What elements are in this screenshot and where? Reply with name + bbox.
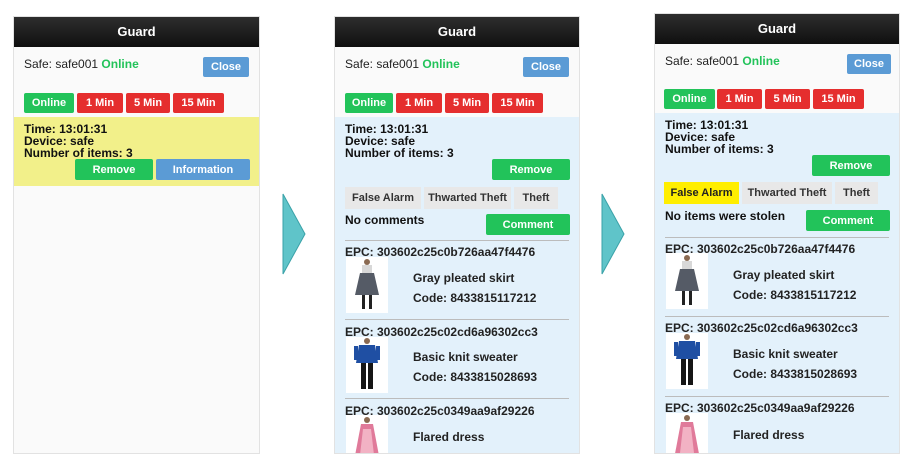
safe-info: Safe: safe001 Online xyxy=(345,57,460,71)
item-name: Flared dress xyxy=(733,428,805,442)
item-name: Basic knit sweater xyxy=(413,350,518,364)
alert-details: Time: 13:01:31 Device: safe Number of it… xyxy=(345,123,454,159)
app-title: Guard xyxy=(437,24,477,39)
comment-text: No items were stolen xyxy=(665,209,786,223)
tag-false-alarm-button[interactable]: False Alarm xyxy=(345,187,421,209)
phone-screen-1: Guard Safe: safe001 Online Close Online … xyxy=(13,16,260,454)
skirt-thumbnail-icon xyxy=(666,253,708,309)
filter-online-button[interactable]: Online xyxy=(664,89,715,109)
tag-thwarted-theft-button[interactable]: Thwarted Theft xyxy=(742,182,832,204)
item-name: Gray pleated skirt xyxy=(413,271,515,285)
close-button[interactable]: Close xyxy=(523,57,569,77)
filter-15min-button[interactable]: 15 Min xyxy=(813,89,864,109)
filter-15min-button[interactable]: 15 Min xyxy=(173,93,224,113)
remove-button[interactable]: Remove xyxy=(812,155,890,176)
filter-online-button[interactable]: Online xyxy=(24,93,74,113)
skirt-thumbnail-icon xyxy=(346,257,388,313)
item-name: Flared dress xyxy=(413,430,485,444)
arrow-right-icon xyxy=(601,193,625,275)
online-status: Online xyxy=(101,57,139,71)
phone-screen-3: Guard Safe: safe001 Online Close Online … xyxy=(654,13,900,454)
divider xyxy=(665,396,889,397)
item-code: Code: 8433815028693 xyxy=(413,370,538,384)
app-title: Guard xyxy=(117,24,156,39)
sweater-thumbnail-icon xyxy=(666,333,708,389)
sweater-thumbnail-icon xyxy=(346,337,388,393)
safe-info: Safe: safe001 Online xyxy=(24,57,139,71)
app-title: Guard xyxy=(757,21,797,36)
alert-card[interactable]: Time: 13:01:31 Device: safe Number of it… xyxy=(14,117,259,186)
arrow-right-icon xyxy=(282,193,306,275)
divider xyxy=(345,240,569,241)
alert-card: Time: 13:01:31 Device: safe Number of it… xyxy=(655,113,899,453)
filter-15min-button[interactable]: 15 Min xyxy=(492,93,543,113)
filter-1min-button[interactable]: 1 Min xyxy=(717,89,762,109)
filter-5min-button[interactable]: 5 Min xyxy=(765,89,810,109)
comment-button[interactable]: Comment xyxy=(486,214,570,235)
dress-thumbnail-icon xyxy=(346,415,388,453)
alert-card: Time: 13:01:31 Device: safe Number of it… xyxy=(335,117,579,453)
safe-label: Safe: safe001 xyxy=(345,57,420,71)
phone-screen-2: Guard Safe: safe001 Online Close Online … xyxy=(334,16,580,454)
item-code: Code: 8433815117212 xyxy=(413,291,537,305)
alert-details: Time: 13:01:31 Device: safe Number of it… xyxy=(665,119,774,155)
item-code: Code: 8433815117212 xyxy=(733,288,857,302)
safe-row: Safe: safe001 Online Close xyxy=(335,47,579,93)
filter-5min-button[interactable]: 5 Min xyxy=(445,93,489,113)
filter-online-button[interactable]: Online xyxy=(345,93,393,113)
information-button[interactable]: Information xyxy=(156,159,250,180)
alert-details: Time: 13:01:31 Device: safe Number of it… xyxy=(24,123,133,159)
app-header: Guard xyxy=(335,17,579,47)
comment-text: No comments xyxy=(345,213,425,227)
close-button[interactable]: Close xyxy=(203,57,249,77)
item-code: Code: 8433815028693 xyxy=(733,367,858,381)
tag-false-alarm-button[interactable]: False Alarm xyxy=(664,182,739,204)
safe-row: Safe: safe001 Online Close xyxy=(14,47,259,93)
safe-row: Safe: safe001 Online Close xyxy=(655,44,899,90)
remove-button[interactable]: Remove xyxy=(75,159,153,180)
alert-item-count: Number of items: 3 xyxy=(345,146,454,160)
tag-theft-button[interactable]: Theft xyxy=(514,187,558,209)
dress-thumbnail-icon xyxy=(666,413,708,453)
filter-1min-button[interactable]: 1 Min xyxy=(77,93,123,113)
divider xyxy=(665,237,889,238)
alert-item-count: Number of items: 3 xyxy=(24,146,133,160)
app-header: Guard xyxy=(655,14,899,44)
comment-button[interactable]: Comment xyxy=(806,210,890,231)
online-status: Online xyxy=(742,54,780,68)
safe-label: Safe: safe001 xyxy=(665,54,740,68)
safe-info: Safe: safe001 Online xyxy=(665,54,780,68)
tag-theft-button[interactable]: Theft xyxy=(835,182,878,204)
remove-button[interactable]: Remove xyxy=(492,159,570,180)
app-header: Guard xyxy=(14,17,259,47)
item-name: Gray pleated skirt xyxy=(733,268,835,282)
tag-thwarted-theft-button[interactable]: Thwarted Theft xyxy=(424,187,511,209)
filter-5min-button[interactable]: 5 Min xyxy=(126,93,170,113)
online-status: Online xyxy=(422,57,460,71)
filter-1min-button[interactable]: 1 Min xyxy=(396,93,442,113)
alert-item-count: Number of items: 3 xyxy=(665,142,774,156)
divider xyxy=(665,316,889,317)
divider xyxy=(345,398,569,399)
safe-label: Safe: safe001 xyxy=(24,57,99,71)
divider xyxy=(345,319,569,320)
close-button[interactable]: Close xyxy=(847,54,891,74)
item-name: Basic knit sweater xyxy=(733,347,838,361)
